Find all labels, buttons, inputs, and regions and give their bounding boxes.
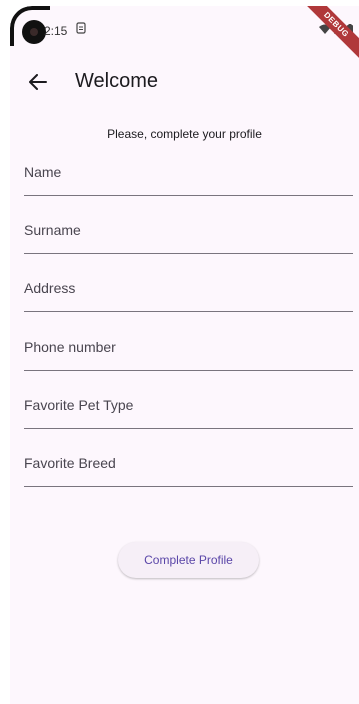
address-field[interactable]: [24, 265, 353, 312]
favorite-pet-type-field[interactable]: [24, 382, 353, 429]
form-subtitle: Please, complete your profile: [107, 127, 262, 141]
surname-field[interactable]: [24, 207, 353, 254]
sim-card-icon: [76, 22, 86, 34]
favorite-breed-input[interactable]: [24, 440, 353, 486]
phone-number-field[interactable]: [24, 324, 353, 371]
phone-number-input[interactable]: [24, 324, 353, 370]
address-input[interactable]: [24, 265, 353, 311]
favorite-breed-field[interactable]: [24, 440, 353, 487]
favorite-pet-type-input[interactable]: [24, 382, 353, 428]
back-button[interactable]: [22, 66, 54, 98]
status-bar: 2:15 DEBUG: [10, 6, 359, 62]
surname-input[interactable]: [24, 207, 353, 253]
app-bar: Welcome: [10, 54, 359, 110]
complete-profile-button[interactable]: Complete Profile: [118, 542, 259, 578]
name-input[interactable]: [24, 149, 353, 195]
screen-corner: [10, 6, 50, 46]
name-field[interactable]: [24, 149, 353, 196]
app-screen: 2:15 DEBUG Welcome Please, complete your…: [10, 6, 359, 704]
page-title: Welcome: [75, 70, 158, 92]
arrow-left-icon: [29, 74, 47, 90]
